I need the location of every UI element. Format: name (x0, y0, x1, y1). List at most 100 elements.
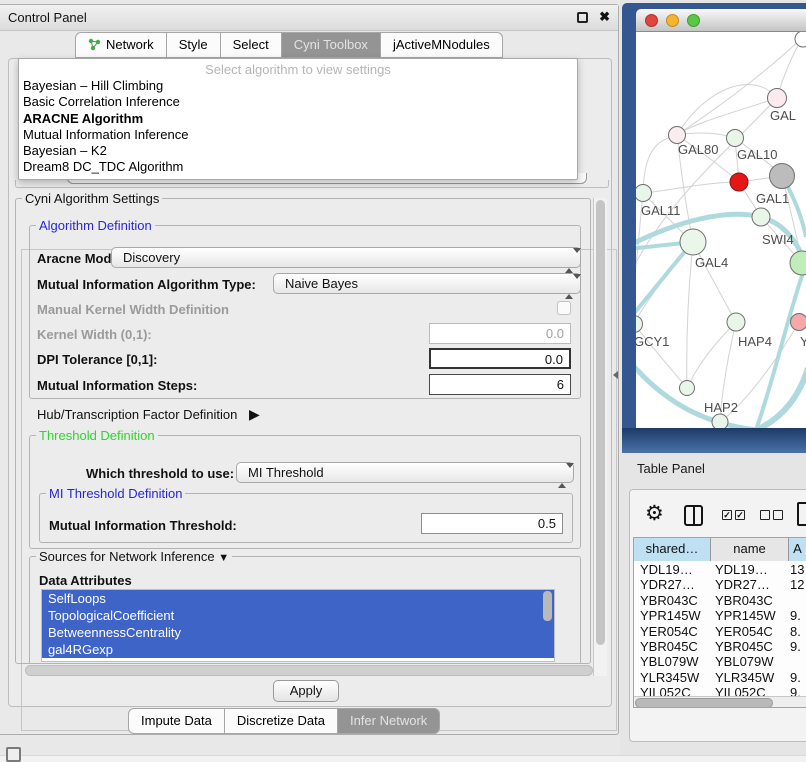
kernel-width-label: Kernel Width (0,1): (37, 327, 152, 342)
table-row[interactable]: YPR145WYPR145W9. (634, 608, 806, 623)
network-node-gcy1[interactable] (636, 316, 643, 333)
tab-style[interactable]: Style (167, 32, 221, 58)
close-traffic-icon[interactable] (645, 14, 658, 27)
algorithm-option[interactable]: Bayesian – Hill Climbing (19, 78, 577, 94)
minimize-traffic-icon[interactable] (666, 14, 679, 27)
gear-icon[interactable]: ⚙ (645, 501, 664, 525)
list-scrollbar-thumb[interactable] (543, 591, 552, 621)
network-graph: GALGAL80GAL10GAL1GAL11SWI4GAL4GCY1HAP4YH… (636, 32, 806, 428)
table-row[interactable]: YBR045CYBR045C9. (634, 639, 806, 654)
table-hscrollbar[interactable] (634, 696, 806, 708)
network-node-swi4[interactable] (752, 208, 770, 226)
settings-vscrollbar[interactable] (593, 198, 607, 676)
dpi-tolerance-field[interactable]: 0.0 (429, 348, 571, 369)
table-cell-val: 8. (790, 624, 801, 639)
table-cell-name: YDR27… (715, 577, 770, 592)
split-columns-icon[interactable] (684, 505, 703, 526)
table-row[interactable]: YER054CYER054C8. (634, 624, 806, 639)
network-node-hap4[interactable] (727, 313, 745, 331)
network-node-right-pink[interactable] (791, 314, 806, 331)
attribute-list-item[interactable]: gal4RGexp (42, 641, 554, 658)
network-node-top-partial[interactable] (795, 32, 806, 47)
screen: Control Panel ✖ NetworkStyleSelectCyni T… (0, 0, 806, 762)
settings-vscrollbar-thumb[interactable] (596, 200, 605, 645)
tab-cyni-toolbox[interactable]: Cyni Toolbox (282, 32, 381, 58)
table-hscrollbar-thumb[interactable] (635, 698, 773, 708)
tab-jactivemnodules[interactable]: jActiveMNodules (381, 32, 503, 58)
aracne-mode-combo[interactable]: Discovery (111, 247, 581, 268)
panel-resize-handle[interactable] (613, 371, 618, 379)
network-node-gal4[interactable] (680, 229, 706, 255)
manual-kernel-label: Manual Kernel Width Definition (37, 302, 229, 317)
table-row[interactable]: YLR345WYLR345W9. (634, 670, 806, 685)
network-edge (756, 270, 804, 428)
attribute-list-item[interactable]: SelfLoops (42, 590, 554, 607)
algorithm-dropdown-prompt: Select algorithm to view settings (19, 59, 577, 78)
network-view-window: GALGAL80GAL10GAL1GAL11SWI4GAL4GCY1HAP4YH… (622, 3, 806, 453)
control-panel-titlebar: Control Panel ✖ (0, 5, 618, 31)
mi-threshold-field[interactable]: 0.5 (421, 513, 563, 534)
hub-definition-expander[interactable]: Hub/Transcription Factor Definition ▶ (37, 406, 260, 423)
dpi-tolerance-label: DPI Tolerance [0,1]: (37, 352, 157, 367)
table-cell-name: YBR043C (715, 593, 773, 608)
table-doc-icon[interactable] (797, 502, 806, 526)
data-attributes-list[interactable]: SelfLoopsTopologicalCoefficientBetweenne… (41, 589, 555, 662)
expand-down-icon: ▼ (218, 552, 229, 564)
settings-hscrollbar[interactable] (25, 665, 593, 676)
table-cell-name: YPR145W (715, 608, 776, 623)
column-header-2[interactable]: name (711, 538, 789, 561)
apply-button[interactable]: Apply (273, 680, 339, 702)
table-row[interactable]: YBR043CYBR043C (634, 593, 806, 608)
algorithm-option[interactable]: Bayesian – K2 (19, 143, 577, 159)
window-grip-icon[interactable] (6, 747, 21, 762)
close-icon[interactable]: ✖ (599, 9, 610, 25)
manual-kernel-checkbox[interactable] (557, 301, 571, 315)
network-node-gal10[interactable] (727, 130, 744, 147)
select-unchecked-icon[interactable] (760, 510, 786, 525)
network-node-hap2[interactable] (680, 381, 695, 396)
attribute-list-item[interactable]: TopologicalCoefficient (42, 607, 554, 624)
network-node-gal7[interactable] (768, 89, 787, 108)
kernel-width-field[interactable]: 0.0 (429, 323, 571, 344)
which-threshold-combo[interactable]: MI Threshold (236, 462, 574, 483)
bottom-tab-impute-data[interactable]: Impute Data (128, 708, 225, 734)
bottom-tab-infer-network[interactable]: Infer Network (338, 708, 440, 734)
zoom-traffic-icon[interactable] (687, 14, 700, 27)
mi-type-label: Mutual Information Algorithm Type: (37, 277, 256, 292)
mi-type-combo[interactable]: Naive Bayes (273, 273, 581, 294)
column-header-1[interactable]: shared… (634, 538, 711, 561)
table-cell-shared: YBR045C (640, 639, 698, 654)
table-cell-shared: YDL19… (640, 562, 693, 577)
algorithm-option[interactable]: ARACNE Algorithm (19, 111, 577, 127)
algorithm-option[interactable]: Dream8 DC_TDC Algorithm (19, 159, 577, 175)
tab-network[interactable]: Network (75, 32, 167, 58)
network-node-gal1[interactable] (730, 173, 748, 191)
mi-steps-field[interactable]: 6 (429, 374, 571, 395)
algorithm-option[interactable]: Mutual Information Inference (19, 127, 577, 143)
network-node-gal11[interactable] (636, 185, 652, 202)
table-header-row: shared…nameA (634, 538, 806, 561)
select-checked-icon[interactable]: ✓✓ (722, 510, 748, 525)
algorithm-option[interactable]: Basic Correlation Inference (19, 94, 577, 110)
network-window-titlebar[interactable] (636, 9, 806, 32)
tab-select[interactable]: Select (221, 32, 282, 58)
float-window-icon[interactable] (577, 12, 588, 23)
table-row[interactable]: YBL079WYBL079W (634, 654, 806, 669)
threshold-definition-title: Threshold Definition (36, 428, 158, 443)
node-label-gal11: GAL11 (641, 203, 681, 218)
network-node-right-green[interactable] (790, 251, 806, 275)
network-node-gal80[interactable] (669, 127, 686, 144)
column-header-3[interactable]: A (789, 538, 806, 561)
network-node-gray-node[interactable] (770, 164, 795, 189)
table-row[interactable]: YDL19…YDL19…13 (634, 562, 806, 577)
inference-groupbox-bottom (15, 180, 609, 188)
attribute-list-item[interactable]: BetweennessCentrality (42, 624, 554, 641)
network-node-bottom-node[interactable] (712, 414, 728, 428)
node-label-gal10: GAL10 (737, 147, 777, 162)
sources-title[interactable]: Sources for Network Inference ▼ (36, 549, 232, 566)
sources-title-text: Sources for Network Inference (39, 549, 215, 564)
table-row[interactable]: YDR27…YDR27…12 (634, 577, 806, 592)
bottom-tab-discretize-data[interactable]: Discretize Data (225, 708, 338, 734)
network-canvas[interactable]: GALGAL80GAL10GAL1GAL11SWI4GAL4GCY1HAP4YH… (636, 32, 806, 428)
mi-threshold-label: Mutual Information Threshold: (49, 518, 237, 533)
